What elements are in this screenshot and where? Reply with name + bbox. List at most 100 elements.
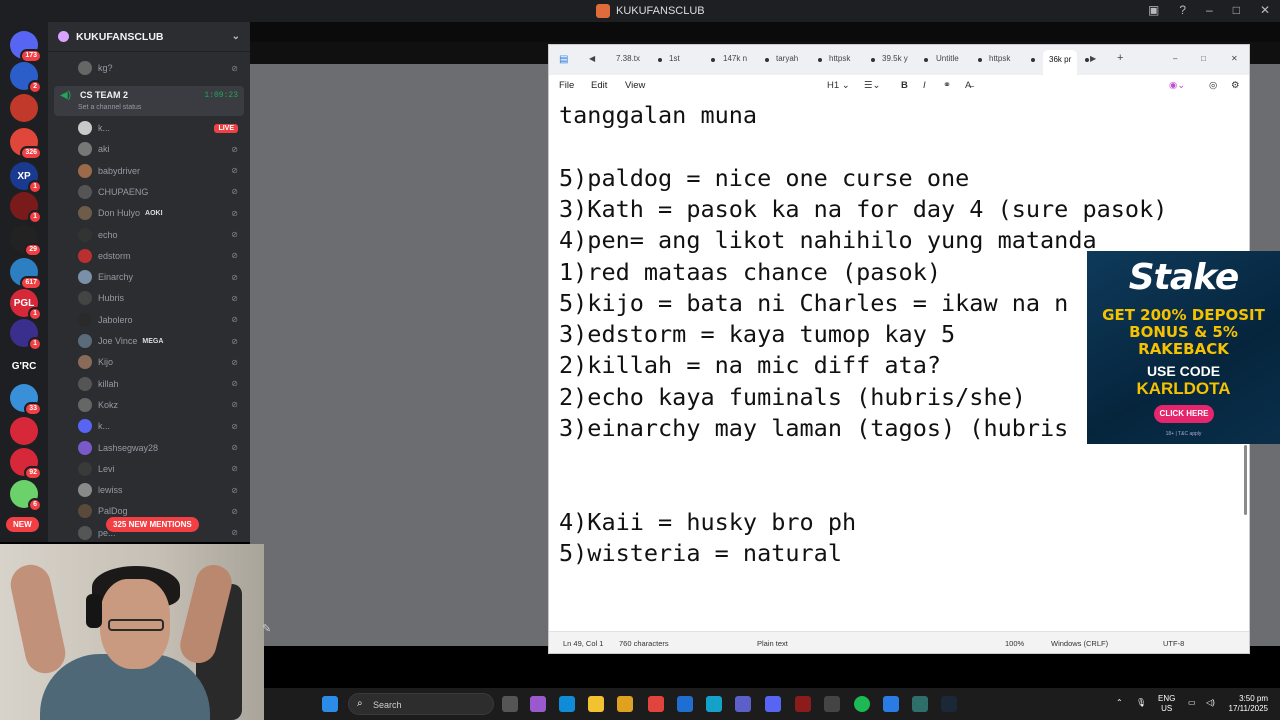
voice-user[interactable]: echo ⊘ [78,225,242,245]
bold-icon[interactable]: B [901,80,908,91]
unsaved-dot-icon[interactable] [924,58,928,62]
server-icon[interactable]: 1 [10,319,42,351]
volume-icon[interactable]: ◁) [1206,698,1215,708]
unsaved-dot-icon[interactable] [978,58,982,62]
clock[interactable]: 3:50 pm 17/11/2025 [1224,694,1268,714]
server-icon[interactable] [10,94,38,122]
server-icon[interactable]: 173 [10,31,42,63]
italic-icon[interactable]: I [923,80,926,91]
scroll-right-icon[interactable]: ▶ [1090,54,1096,63]
file-tab[interactable]: httpsk [989,54,1010,63]
new-mentions-pill[interactable]: 325 NEW MENTIONS [106,517,199,532]
voice-channel[interactable]: ◀) CS TEAM 2 Set a channel status 1:09:2… [54,86,244,116]
server-icon[interactable]: 326 [10,128,42,160]
start-button-icon[interactable] [322,696,338,712]
copilot-icon[interactable]: ◉⌄ [1169,80,1185,91]
server-icon[interactable]: G'RC [10,352,38,380]
tray-chevron-icon[interactable]: ⌃ [1116,698,1123,708]
discord-icon[interactable] [765,696,781,712]
spotify-icon[interactable] [854,696,870,712]
maximize-button[interactable]: □ [1233,3,1240,17]
voice-user[interactable]: Don Hulyo AOKI ⊘ [78,203,242,223]
file-tab[interactable]: 7.38.tx [616,54,640,63]
server-icon[interactable]: 29 [10,225,42,257]
store-icon[interactable] [617,696,633,712]
steam-icon[interactable] [941,696,957,712]
voice-user[interactable]: aki ⊘ [78,139,242,159]
unsaved-dot-icon[interactable] [871,58,875,62]
outlook-icon[interactable] [706,696,722,712]
clear-format-icon[interactable]: A̶ [965,80,971,91]
copilot-app-icon[interactable] [530,696,546,712]
stake-ad-banner[interactable]: Stake GET 200% DEPOSIT BONUS & 5% RAKEBA… [1087,251,1280,444]
settings-gear-icon[interactable]: ⚙ [1231,80,1240,91]
file-tab[interactable]: taryah [776,54,798,63]
server-icon[interactable]: 617 [10,258,42,290]
obs-icon[interactable] [824,696,840,712]
voice-user[interactable]: lewiss ⊘ [78,480,242,500]
file-tab[interactable]: Untitle [936,54,959,63]
voice-user[interactable]: killah ⊘ [78,374,242,394]
server-header[interactable]: KUKUFANSCLUB ⌄ [48,22,250,52]
server-icon[interactable]: 33 [10,384,42,416]
file-tab[interactable]: 1st [669,54,680,63]
voice-user[interactable]: k... LIVE [78,118,242,138]
zoom-level[interactable]: 100% [1005,639,1024,648]
list-icon[interactable]: ☰⌄ [864,80,880,91]
menu-file[interactable]: File [559,80,574,91]
voice-user[interactable]: Hubris ⊘ [78,288,242,308]
voice-user[interactable]: CHUPAENG ⊘ [78,182,242,202]
line-ending[interactable]: Windows (CRLF) [1051,639,1108,648]
close-notepad-button[interactable]: ✕ [1231,54,1238,63]
server-icon[interactable]: 2 [10,62,42,94]
notepad-app-icon[interactable] [883,696,899,712]
close-button[interactable]: ✕ [1260,3,1270,17]
new-tab-icon[interactable]: + [1117,52,1123,64]
voice-user[interactable]: Kokz ⊘ [78,395,242,415]
voice-channel-status[interactable]: Set a channel status [78,104,141,111]
inbox-icon[interactable]: ▣ [1148,3,1159,17]
network-icon[interactable]: ▭ [1188,698,1196,708]
chrome-icon[interactable] [648,696,664,712]
mail-icon[interactable] [677,696,693,712]
server-icon[interactable] [10,417,38,445]
mic-icon[interactable]: 🎙 [1136,698,1146,708]
file-tab[interactable]: 39.5k y [882,54,908,63]
unsaved-dot-icon[interactable] [711,58,715,62]
scroll-left-icon[interactable]: ◀ [589,54,595,63]
file-explorer-icon[interactable] [588,696,604,712]
voice-user[interactable]: Einarchy ⊘ [78,267,242,287]
minimize-button[interactable]: – [1206,3,1213,17]
voice-user[interactable]: Levi ⊘ [78,459,242,479]
link-icon[interactable]: ⚭ [943,80,951,91]
app-icon[interactable] [912,696,928,712]
voice-user[interactable]: Lashsegway28 ⊘ [78,438,242,458]
file-tab[interactable]: 147k n [723,54,747,63]
menu-view[interactable]: View [625,80,645,91]
unsaved-dot-icon[interactable] [658,58,662,62]
voice-user[interactable]: edstorm ⊘ [78,246,242,266]
server-icon[interactable]: 6 [10,480,42,512]
voice-user[interactable]: Joe Vince MEGA ⊘ [78,331,242,351]
server-icon[interactable]: PGL 1 [10,289,42,321]
voice-user[interactable]: Kijo ⊘ [78,352,242,372]
task-view-icon[interactable] [502,696,518,712]
new-unreads-pill[interactable]: NEW [6,517,39,532]
voice-user[interactable]: Jabolero ⊘ [78,310,242,330]
voice-user[interactable]: k... ⊘ [78,416,242,436]
file-tab[interactable]: 36k pr [1043,50,1078,75]
teams-icon[interactable] [735,696,751,712]
chevron-down-icon[interactable]: ⌄ [232,31,240,42]
language-indicator[interactable]: ENG US [1158,694,1175,714]
heading-dropdown[interactable]: H1 ⌄ [827,80,850,91]
scrollbar[interactable] [1244,445,1247,515]
unsaved-dot-icon[interactable] [818,58,822,62]
unsaved-dot-icon[interactable] [1085,58,1089,62]
taskbar-search[interactable]: ⌕ Search [348,693,494,715]
menu-edit[interactable]: Edit [591,80,607,91]
file-tab[interactable]: httpsk [829,54,850,63]
server-icon[interactable]: XP 1 [10,162,42,194]
account-icon[interactable]: ◎ [1209,80,1217,91]
server-icon[interactable]: 92 [10,448,42,480]
ad-click-button[interactable]: CLICK HERE [1154,405,1214,423]
